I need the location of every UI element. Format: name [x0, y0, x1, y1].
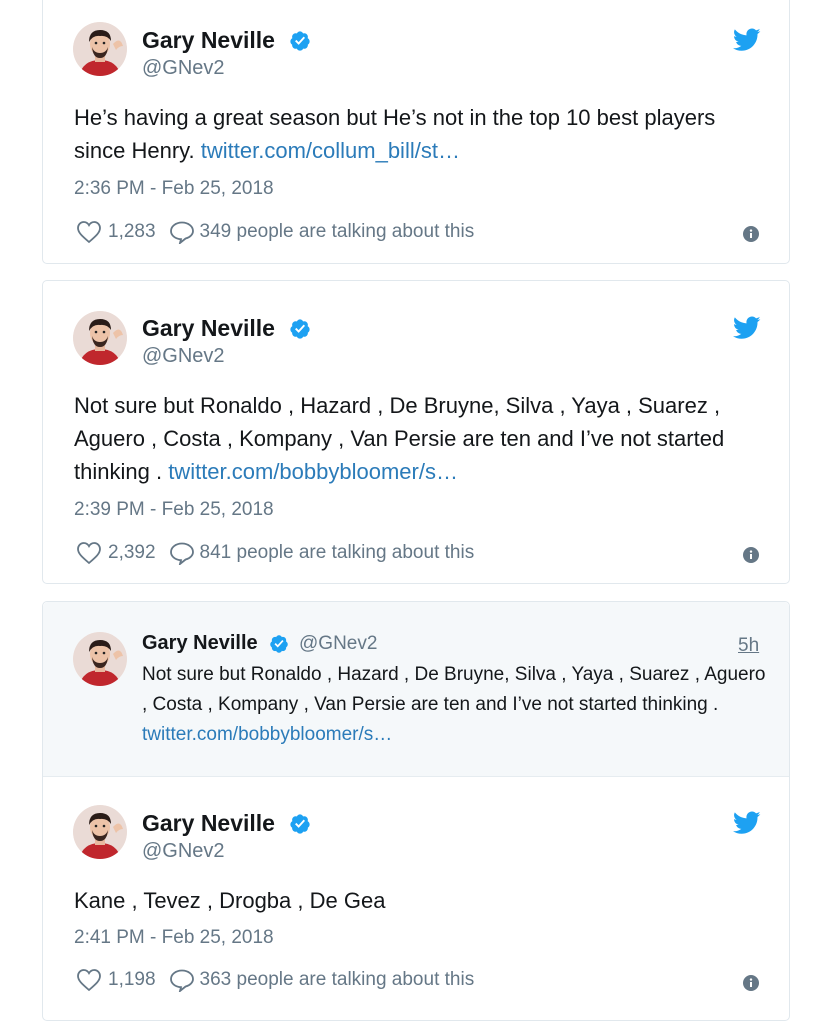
- heart-icon[interactable]: [76, 220, 102, 244]
- tweet-body: Kane , Tevez , Drogba , De Gea: [74, 888, 386, 913]
- quoted-author-name[interactable]: Gary Neville: [142, 632, 258, 655]
- comment-icon[interactable]: [169, 220, 195, 244]
- like-count[interactable]: 2,392: [108, 542, 156, 564]
- verified-badge-icon: [289, 813, 311, 835]
- tweet-card[interactable]: Gary Neville @GNev2 5h Not sure but Rona…: [42, 601, 790, 1021]
- avatar[interactable]: [73, 805, 127, 859]
- tweet-card[interactable]: Gary Neville @GNev2 He’s having a great …: [42, 0, 790, 264]
- quoted-age[interactable]: 5h: [738, 635, 759, 657]
- quoted-author-handle[interactable]: @GNev2: [299, 633, 377, 655]
- verified-badge-icon: [269, 634, 289, 654]
- tweet-link[interactable]: twitter.com/collum_bill/st…: [201, 138, 460, 163]
- info-icon[interactable]: [743, 226, 759, 242]
- talking-count[interactable]: 349 people are talking about this: [200, 221, 475, 243]
- avatar[interactable]: [73, 311, 127, 365]
- comment-icon[interactable]: [169, 968, 195, 992]
- twitter-bird-icon[interactable]: [733, 316, 761, 340]
- avatar[interactable]: [73, 22, 127, 76]
- author-handle[interactable]: @GNev2: [142, 345, 225, 368]
- author-name[interactable]: Gary Neville: [142, 315, 275, 342]
- twitter-bird-icon[interactable]: [733, 811, 761, 835]
- quoted-avatar[interactable]: [73, 632, 127, 686]
- author-name[interactable]: Gary Neville: [142, 810, 275, 837]
- tweet-link[interactable]: twitter.com/bobbybloomer/s…: [168, 459, 458, 484]
- tweet-text: Not sure but Ronaldo , Hazard , De Bruyn…: [74, 389, 764, 488]
- tweet-actions: 1,283 349 people are talking about this: [76, 220, 474, 244]
- tweet-text: He’s having a great season but He’s not …: [74, 101, 764, 167]
- tweet-actions: 1,198 363 people are talking about this: [76, 968, 474, 992]
- heart-icon[interactable]: [76, 541, 102, 565]
- tweet-actions: 2,392 841 people are talking about this: [76, 541, 474, 565]
- tweet-timestamp[interactable]: 2:39 PM - Feb 25, 2018: [74, 499, 274, 521]
- author-handle[interactable]: @GNev2: [142, 57, 225, 80]
- heart-icon[interactable]: [76, 968, 102, 992]
- talking-count[interactable]: 841 people are talking about this: [200, 542, 475, 564]
- comment-icon[interactable]: [169, 541, 195, 565]
- quoted-text: Not sure but Ronaldo , Hazard , De Bruyn…: [142, 660, 772, 750]
- tweet-timestamp[interactable]: 2:41 PM - Feb 25, 2018: [74, 927, 274, 949]
- quoted-link[interactable]: twitter.com/bobbybloomer/s…: [142, 724, 392, 745]
- like-count[interactable]: 1,283: [108, 221, 156, 243]
- talking-count[interactable]: 363 people are talking about this: [200, 969, 475, 991]
- verified-badge-icon: [289, 30, 311, 52]
- info-icon[interactable]: [743, 547, 759, 563]
- tweet-timestamp[interactable]: 2:36 PM - Feb 25, 2018: [74, 178, 274, 200]
- author-handle[interactable]: @GNev2: [142, 840, 225, 863]
- twitter-bird-icon[interactable]: [733, 28, 761, 52]
- author-name[interactable]: Gary Neville: [142, 27, 275, 54]
- like-count[interactable]: 1,198: [108, 969, 156, 991]
- tweet-text: Kane , Tevez , Drogba , De Gea: [74, 884, 764, 917]
- tweet-card[interactable]: Gary Neville @GNev2 Not sure but Ronaldo…: [42, 280, 790, 584]
- info-icon[interactable]: [743, 975, 759, 991]
- verified-badge-icon: [289, 318, 311, 340]
- quoted-body: Not sure but Ronaldo , Hazard , De Bruyn…: [142, 664, 766, 715]
